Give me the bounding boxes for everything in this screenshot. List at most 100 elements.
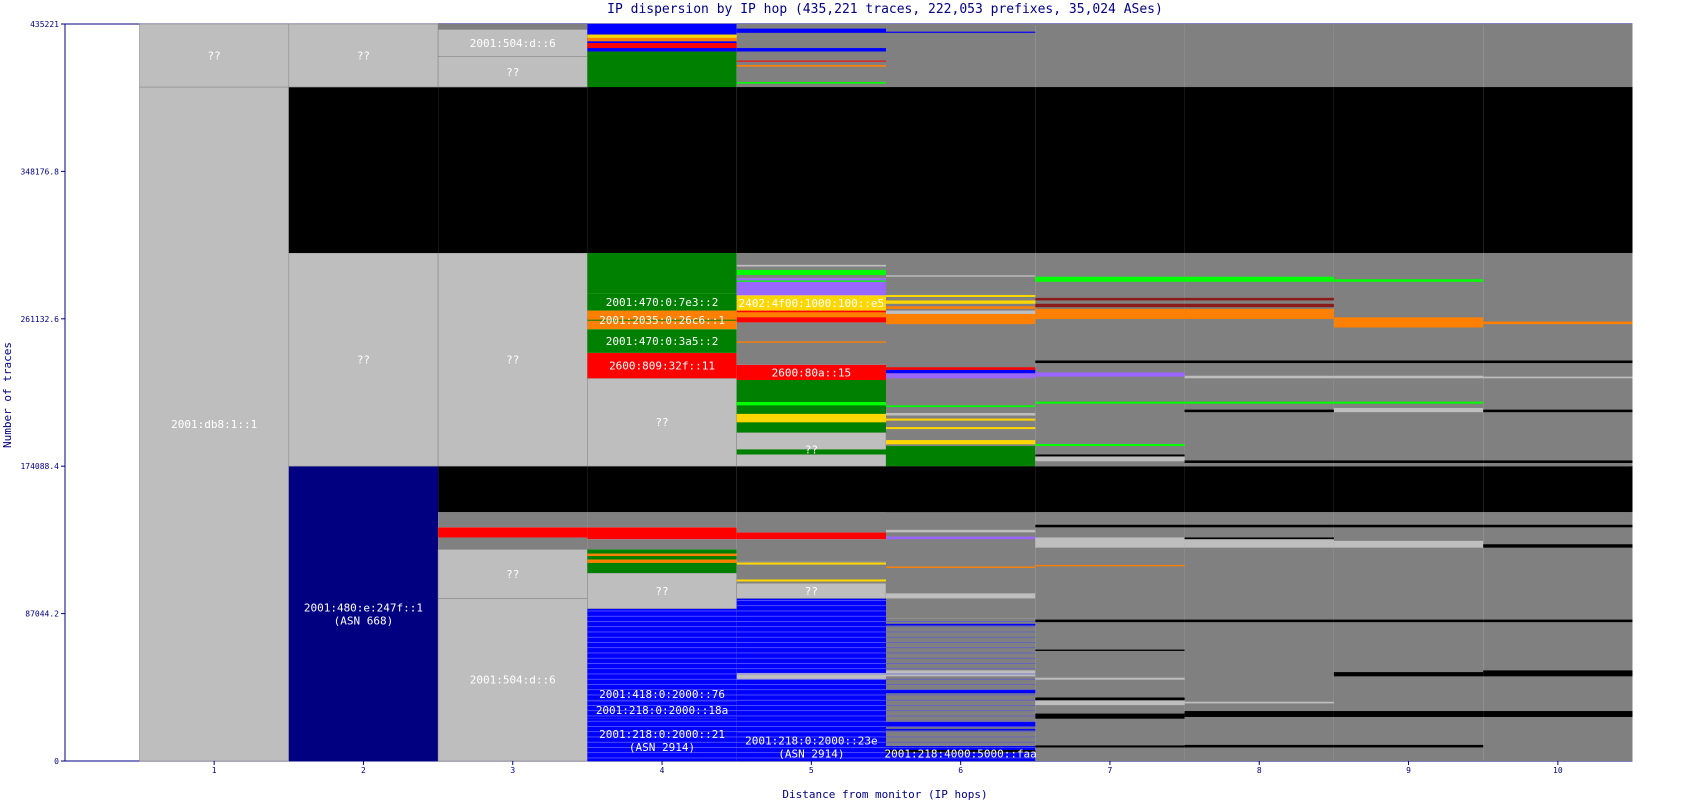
stripe-hop-6 [886, 373, 1036, 379]
band-line-hop-5 [736, 647, 886, 649]
band-line-hop-5 [736, 684, 886, 685]
stripe-hop-5 [736, 65, 886, 67]
segment-hop-5 [736, 512, 886, 533]
stripe-hop-6 [886, 306, 1036, 309]
y-tick-label: 87044.2 [25, 610, 59, 619]
stripe-hop-10 [1483, 376, 1633, 379]
stripe-hop-6 [886, 593, 1036, 599]
band-line-hop-5 [736, 652, 886, 654]
band-line-hop-6 [886, 636, 1036, 638]
stripe-hop-5 [736, 48, 886, 52]
stripe-hop-10 [1483, 409, 1633, 413]
band-line-hop-5 [736, 678, 886, 680]
band-line-hop-4 [587, 615, 737, 617]
x-tick-label: 5 [809, 766, 814, 775]
segment-hop-4 [587, 252, 737, 294]
band-line-hop-4 [587, 720, 737, 722]
segment-hop-5 [736, 466, 886, 513]
x-tick-label: 4 [660, 766, 665, 775]
segment-hop-4 [587, 527, 737, 540]
band-line-hop-5 [736, 694, 886, 696]
plot-area: 2001:db8:1::1??2001:480:e:247f::1(ASN 66… [64, 23, 1633, 762]
stripe-hop-8 [1184, 297, 1334, 301]
segment-hop-4 [587, 51, 737, 88]
stripe-hop-6 [886, 310, 1036, 314]
stripe-hop-4 [587, 559, 737, 563]
stripe-hop-4 [587, 37, 737, 42]
segment-hop-6 [886, 252, 1036, 447]
stripe-hop-10 [1483, 544, 1633, 548]
segment-hop-3 [438, 512, 588, 528]
band-line-hop-6 [886, 684, 1036, 685]
segment-hop-5 [736, 532, 886, 540]
stripe-hop-6 [886, 31, 1036, 33]
band-line-hop-5 [736, 615, 886, 617]
segment-label: 2001:504:d::6 [470, 674, 556, 687]
stripe-hop-9 [1333, 407, 1484, 413]
segment-hop-8 [1184, 252, 1334, 467]
band-line-hop-6 [886, 663, 1036, 664]
band-line-hop-5 [736, 631, 886, 633]
stripe-hop-6 [886, 689, 1036, 694]
stripe-hop-5 [736, 28, 886, 33]
segment-label: ?? [805, 585, 818, 598]
stripe-hop-10 [1483, 460, 1633, 463]
stripe-hop-7 [1035, 524, 1185, 528]
band-line-hop-5 [736, 699, 886, 701]
band-line-hop-4 [587, 757, 737, 759]
segment-hop-6 [886, 446, 1036, 467]
segment-hop-9 [1333, 252, 1484, 467]
stripe-hop-7 [1035, 677, 1185, 680]
segment-hop-4 [587, 87, 737, 253]
stripe-hop-10 [1483, 524, 1633, 528]
stripe-hop-8 [1184, 360, 1334, 364]
segment-hop-8 [1184, 24, 1334, 88]
stripe-hop-10 [1483, 360, 1633, 364]
stripe-hop-5 [736, 264, 886, 267]
segment-label: ?? [357, 354, 370, 367]
stripe-hop-8 [1184, 308, 1334, 320]
stripe-hop-6 [886, 566, 1036, 568]
stripe-hop-7 [1035, 745, 1185, 748]
x-tick-label: 2 [361, 766, 366, 775]
segment-hop-8 [1184, 466, 1334, 513]
band-line-hop-6 [886, 673, 1036, 675]
stripe-hop-7 [1035, 454, 1185, 457]
stripe-hop-7 [1035, 303, 1185, 308]
stripe-hop-5 [736, 60, 886, 62]
band-line-hop-4 [587, 610, 737, 612]
segment-label: 2402:4f00:1000:100::e5 [738, 297, 884, 310]
segment-label: 2001:470:0:3a5::2 [606, 335, 719, 348]
segment-hop-10 [1483, 24, 1633, 88]
band-line-hop-5 [736, 621, 886, 622]
band-line-hop-4 [587, 621, 737, 622]
segment-hop-3 [438, 87, 588, 253]
segment-label: ?? [506, 568, 519, 581]
x-tick-label: 9 [1406, 766, 1411, 775]
segment-hop-6 [886, 87, 1036, 253]
stripe-hop-8 [1184, 619, 1334, 623]
segment-label: ?? [357, 50, 370, 63]
band-line-hop-5 [736, 605, 886, 607]
segment-hop-2 [288, 87, 439, 253]
segment-label: ?? [506, 66, 519, 79]
band-line-hop-6 [886, 731, 1036, 733]
stripe-hop-8 [1184, 711, 1334, 717]
segment-hop-10 [1483, 87, 1633, 253]
band-line-hop-5 [736, 600, 886, 601]
band-line-hop-5 [736, 626, 886, 628]
stripe-hop-9 [1333, 672, 1484, 677]
band-line-hop-4 [587, 642, 737, 643]
segment-hop-5 [736, 379, 886, 433]
stripe-hop-6 [886, 728, 1036, 731]
band-line-hop-6 [886, 720, 1036, 722]
segment-hop-8 [1184, 512, 1334, 761]
segment-hop-7 [1035, 252, 1185, 467]
stripe-hop-9 [1333, 460, 1484, 463]
segment-label: 2001:470:0:7e3::2 [606, 296, 719, 309]
segment-hop-3 [438, 527, 588, 538]
segment-label-asn: (ASN 2914) [778, 748, 844, 761]
stripe-hop-10 [1483, 711, 1633, 717]
band-line-hop-5 [736, 720, 886, 722]
segment-label: ?? [655, 416, 668, 429]
